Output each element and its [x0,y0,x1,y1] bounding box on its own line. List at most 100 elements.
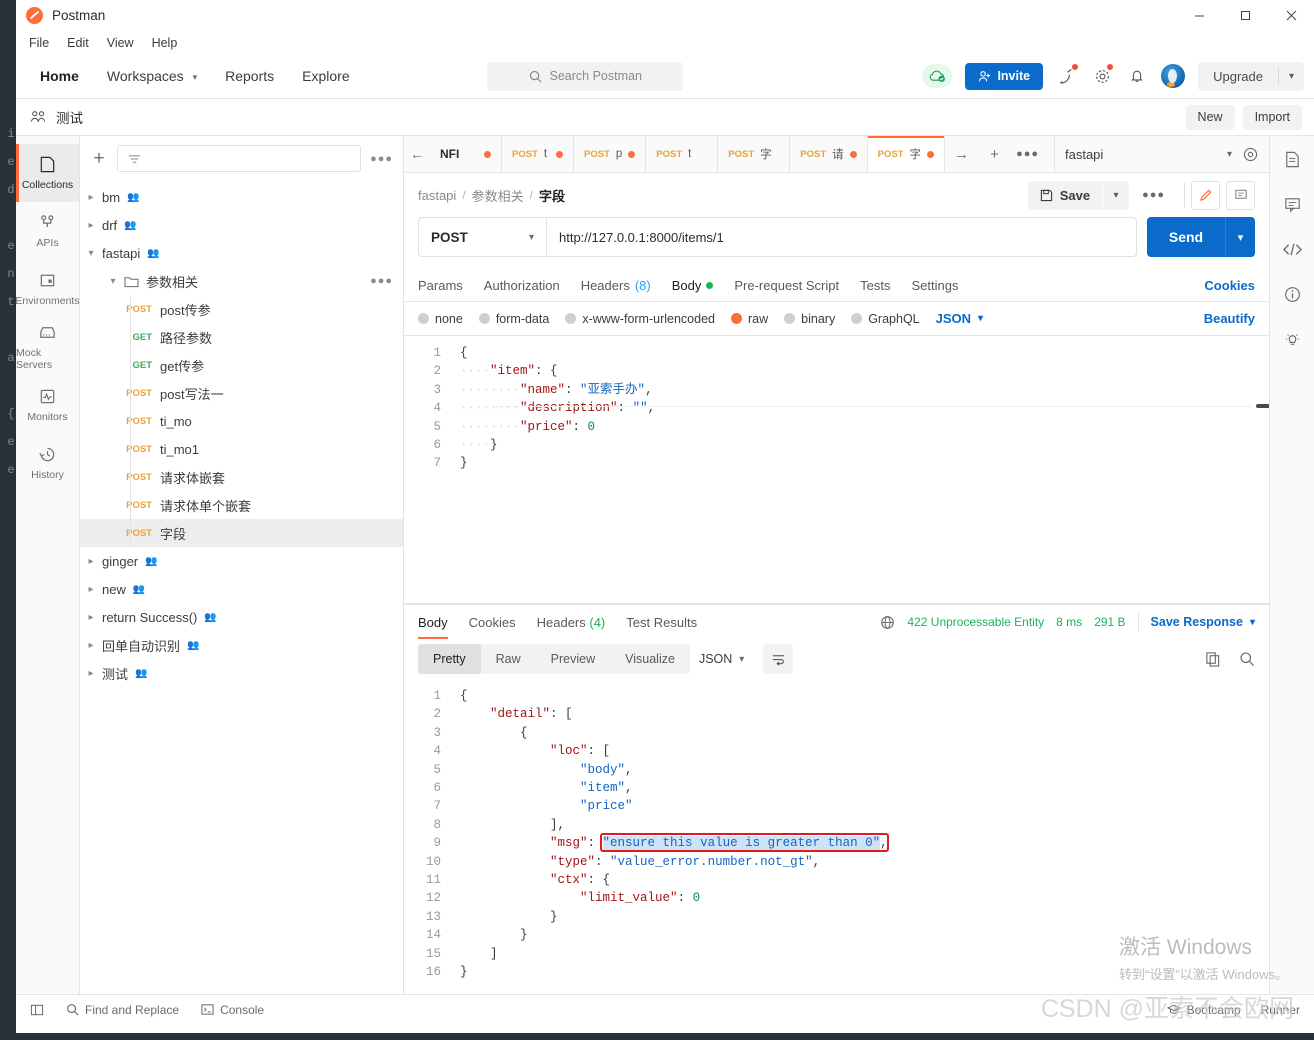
list-item-request[interactable]: POST 字段 [80,519,403,547]
new-button[interactable]: New [1185,104,1235,130]
code-icon[interactable] [1282,240,1303,259]
chevron-right-icon[interactable]: ▸ [80,612,102,623]
body-type-x-www-form-urlencoded[interactable]: x-www-form-urlencoded [565,312,715,326]
sidebar-item-collections[interactable]: Collections [16,144,79,202]
comment-icon[interactable] [1226,180,1255,210]
console-button[interactable]: Console [201,1003,264,1017]
chevron-down-icon[interactable]: ▾ [80,248,102,259]
view-mode-pretty[interactable]: Pretty [418,644,481,674]
satellite-icon[interactable] [1056,63,1080,87]
body-type-none[interactable]: none [418,312,463,326]
tab-params[interactable]: Params [418,269,463,302]
comment-icon[interactable] [1283,195,1302,214]
documentation-icon[interactable] [1283,150,1302,169]
beautify-button[interactable]: Beautify [1204,311,1255,326]
list-item-collection[interactable]: ▸ bm 👥 [80,183,403,211]
request-tab[interactable]: POST 请 [790,136,868,172]
menu-view[interactable]: View [107,36,134,50]
send-options-icon[interactable]: ▾ [1225,217,1255,257]
toggle-sidebar-button[interactable] [30,1003,44,1017]
chevron-down-icon[interactable]: ▾ [102,276,124,287]
sidebar-item-environments[interactable]: Environments [16,260,80,318]
save-button[interactable]: Save [1027,180,1103,210]
list-item-request[interactable]: POST ti_mo [80,407,403,435]
request-tab[interactable]: POST p [574,136,647,172]
nav-reports[interactable]: Reports [215,62,284,90]
view-mode-preview[interactable]: Preview [536,644,610,674]
list-item-collection[interactable]: ▸ new 👥 [80,575,403,603]
list-item-collection[interactable]: ▾ fastapi 👥 [80,239,403,267]
chevron-right-icon[interactable]: ▸ [80,556,102,567]
request-more-icon[interactable]: ●●● [1129,189,1178,201]
new-tab-button[interactable]: + [978,136,1011,172]
nav-workspaces[interactable]: Workspaces ▾ [97,62,207,90]
minimize-button[interactable] [1176,0,1222,31]
maximize-button[interactable] [1222,0,1268,31]
environment-selector[interactable]: fastapi ▾ [1054,136,1269,172]
gear-icon[interactable] [1091,63,1115,87]
chevron-right-icon[interactable]: ▸ [80,668,102,679]
invite-button[interactable]: Invite [965,62,1044,90]
list-item-collection[interactable]: ▸ 测试 👥 [80,659,403,687]
list-item-request[interactable]: GET 路径参数 [80,323,403,351]
tab-body[interactable]: Body [672,269,714,302]
list-item-request[interactable]: POST 请求体单个嵌套 [80,491,403,519]
tabs-more-icon[interactable]: ●●● [1011,136,1044,172]
request-tab[interactable]: POST 字 [718,136,791,172]
request-body-editor[interactable]: 1 2 3 4 5 6 7 {····"item": {········"name": "亚… [404,335,1269,604]
list-item-request[interactable]: POST ti_mo1 [80,435,403,463]
sidebar-item-history[interactable]: History [16,434,79,492]
filter-input[interactable] [117,145,362,172]
upgrade-button[interactable]: Upgrade ▾ [1198,61,1304,91]
sidebar-item-monitors[interactable]: Monitors [16,376,79,434]
menu-edit[interactable]: Edit [67,36,89,50]
tabs-scroll-right-icon[interactable]: → [945,136,978,172]
scrollbar-thumb[interactable] [1256,404,1269,408]
body-type-raw[interactable]: raw [731,312,768,326]
bell-icon[interactable] [1126,65,1148,87]
body-type-form-data[interactable]: form-data [478,312,549,326]
tab-tests[interactable]: Tests [860,269,890,302]
find-and-replace-button[interactable]: Find and Replace [66,1003,179,1017]
sidebar-item-apis[interactable]: APIs [16,202,79,260]
sidebar-item-mock-servers[interactable]: Mock Servers [16,318,79,376]
view-mode-raw[interactable]: Raw [481,644,536,674]
request-tab[interactable]: POST t [502,136,574,172]
chevron-right-icon[interactable]: ▸ [80,584,102,595]
method-select[interactable]: POST ▾ [418,217,546,257]
nav-explore[interactable]: Explore [292,62,359,90]
add-new-icon[interactable]: + [90,148,108,170]
body-type-graphql[interactable]: GraphQL [851,312,920,326]
import-button[interactable]: Import [1242,104,1302,130]
response-tab-test-results[interactable]: Test Results [626,605,697,639]
chevron-right-icon[interactable]: ▸ [80,220,102,231]
list-item-request[interactable]: POST post传参 [80,295,403,323]
view-mode-visualize[interactable]: Visualize [610,644,690,674]
tab-settings[interactable]: Settings [911,269,958,302]
menu-help[interactable]: Help [152,36,178,50]
list-item-request[interactable]: GET get传参 [80,351,403,379]
eye-icon[interactable] [1242,146,1259,163]
url-input[interactable]: http://127.0.0.1:8000/items/1 [546,217,1137,257]
search-input[interactable]: Search Postman [487,61,684,91]
chevron-right-icon[interactable]: ▸ [80,192,102,203]
folder-more-icon[interactable]: ●●● [370,275,393,287]
request-body-code[interactable]: {····"item": {········"name": "亚索手办", ···… [450,336,1269,603]
horizontal-scrollbar[interactable] [496,404,1269,408]
close-button[interactable] [1268,0,1314,31]
response-format-select[interactable]: JSON ▾ [690,652,753,666]
response-tab-body[interactable]: Body [418,605,448,639]
request-tab[interactable]: POST t [646,136,719,172]
copy-icon[interactable] [1205,651,1221,667]
avatar[interactable] [1161,64,1186,88]
info-icon[interactable] [1283,285,1302,304]
breadcrumb-collection[interactable]: fastapi [418,188,456,203]
list-item-collection[interactable]: ▸ 回单自动识别 👥 [80,631,403,659]
chevron-right-icon[interactable]: ▸ [80,640,102,651]
response-body-code[interactable]: { "detail": [ { "loc": [ "body", "item",… [450,679,1269,994]
response-tab-cookies[interactable]: Cookies [469,605,516,639]
nav-home[interactable]: Home [30,62,89,90]
menu-file[interactable]: File [29,36,49,50]
raw-format-select[interactable]: JSON ▾ [936,311,983,326]
tabs-scroll-left-icon[interactable]: ← [404,136,430,172]
